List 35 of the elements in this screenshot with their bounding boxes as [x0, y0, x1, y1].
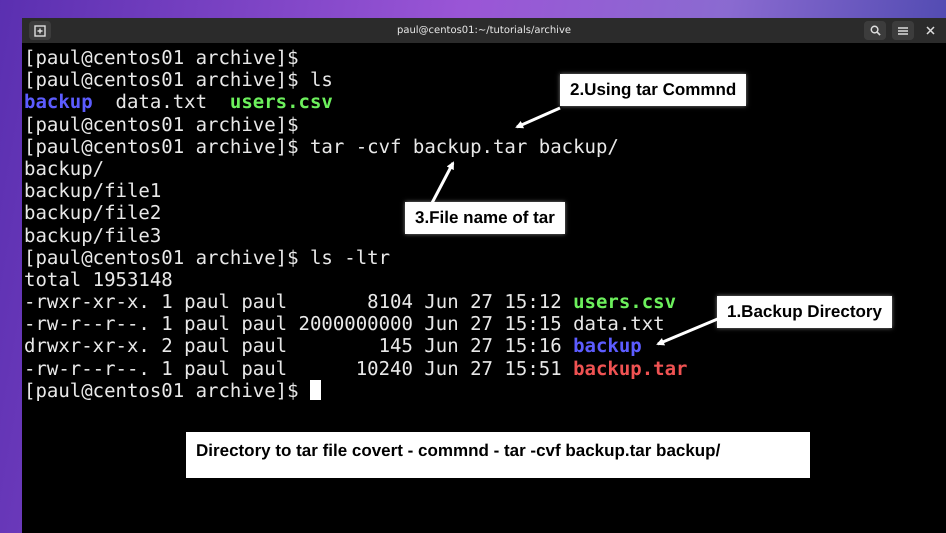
callout-arrow: [515, 106, 561, 128]
close-icon: [926, 26, 934, 35]
directory-name: backup: [573, 335, 642, 358]
menu-icon: [898, 26, 908, 36]
callout-label: 2.Using tar Commnd: [560, 74, 746, 106]
window-title: paul@centos01:~/tutorials/archive: [396, 25, 572, 36]
terminal-text: drwxr-xr-x. 2 paul paul 145 Jun 27 15:16: [24, 335, 563, 358]
terminal-text: [paul@centos01 archive]$ ls -ltr: [24, 246, 390, 269]
terminal-text: [paul@centos01 archive]$: [24, 47, 299, 69]
terminal-text: [paul@centos01 archive]$: [24, 114, 299, 136]
search-icon: [870, 25, 880, 36]
new-tab-icon: [34, 24, 46, 36]
terminal-text: -rwxr-xr-x. 1 paul paul 8104 Jun 27 15:12: [24, 291, 563, 314]
callout-arrow: [430, 161, 454, 204]
terminal-text: [paul@centos01 archive]$: [24, 380, 300, 402]
executable-name: users.csv: [230, 91, 333, 114]
terminal-text: total 1953148: [24, 268, 173, 291]
terminal-text: -rw-r--r--. 1 paul paul 10240 Jun 27 15:51: [24, 358, 563, 380]
callout-label: 1.Backup Directory: [717, 296, 892, 328]
terminal-text: backup/file1: [24, 180, 162, 202]
terminal-text: -rw-r--r--. 1 paul paul 2000000000 Jun 27 15:15 data.txt: [24, 313, 665, 336]
menu-button[interactable]: [892, 21, 914, 40]
terminal-text: backup/: [24, 158, 104, 180]
search-button[interactable]: [864, 21, 886, 40]
new-tab-button[interactable]: [29, 21, 51, 40]
archive-name: backup.tar: [573, 358, 688, 380]
callout-label: 3.File name of tar: [405, 202, 565, 234]
directory-name: backup: [24, 91, 93, 114]
terminal-text: backup/file2: [24, 202, 162, 224]
terminal-text: [paul@centos01 archive]$ tar -cvf backup.tar backup/: [24, 136, 619, 158]
terminal-text: data.txt: [114, 91, 208, 114]
caption-label: Directory to tar file covert - commnd - tar -cvf backup.tar backup/: [186, 432, 810, 478]
terminal-text: backup/file3: [24, 224, 162, 246]
executable-name: users.csv: [573, 291, 676, 314]
terminal-text: [paul@centos01 archive]$ ls: [24, 69, 333, 92]
